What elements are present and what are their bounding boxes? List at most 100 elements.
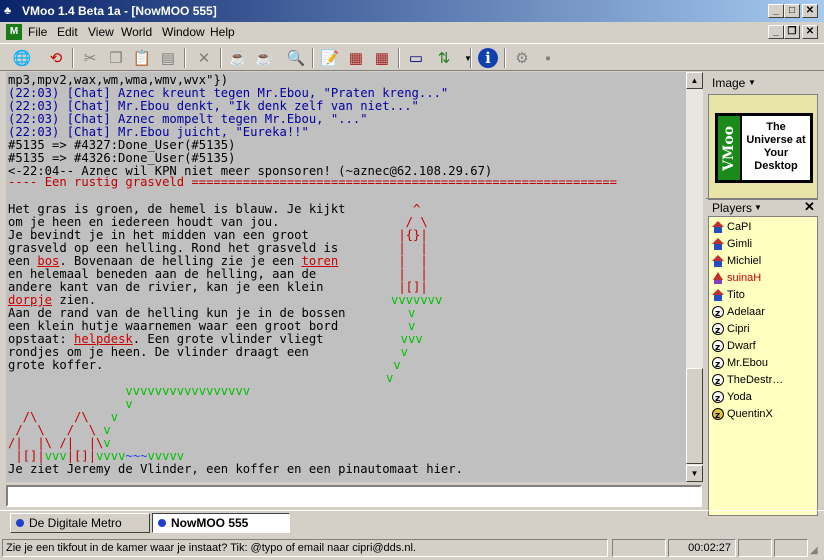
sleeping-icon: z: [711, 407, 725, 421]
player-name: TheDestr…: [727, 374, 784, 386]
menu-edit[interactable]: Edit: [57, 25, 78, 39]
command-input[interactable]: [6, 485, 702, 507]
world-icon: [16, 519, 24, 527]
close-icon[interactable]: ✕: [804, 199, 815, 215]
scroll-thumb[interactable]: [686, 368, 703, 464]
window-icon[interactable]: ▭: [404, 46, 428, 70]
info-icon[interactable]: i: [478, 48, 498, 68]
player-name: Yoda: [727, 391, 752, 403]
status-pane: [774, 539, 808, 557]
tab-de-digitale-metro[interactable]: De Digitale Metro: [10, 513, 150, 533]
title-bar: ♣ VMoo 1.4 Beta 1a - [NowMOO 555] _ □ ✕: [0, 0, 824, 22]
room-title: Een rustig grasveld: [44, 175, 185, 189]
paste-special-icon[interactable]: ▤: [156, 46, 180, 70]
toolbar-separator: [184, 48, 186, 68]
player-name: Adelaar: [727, 306, 765, 318]
maximize-button[interactable]: □: [784, 4, 800, 18]
svg-text:z: z: [715, 343, 720, 353]
ascii-village: vvvvvvvvvvvvvvvvv v /\ /\ v / \ / \ v /|…: [8, 384, 251, 463]
worlds-list-icon[interactable]: ▦: [344, 46, 368, 70]
resize-grip[interactable]: ◢: [810, 545, 822, 557]
sleeping-icon: z: [711, 373, 725, 387]
room-description: Het gras is groen, de hemel is blauw. Je…: [8, 202, 346, 372]
menu-view[interactable]: View: [88, 25, 114, 39]
link-toren[interactable]: toren: [302, 254, 339, 268]
app-window: ♣ VMoo 1.4 Beta 1a - [NowMOO 555] _ □ ✕ …: [0, 0, 824, 560]
copy-icon[interactable]: ❐: [104, 46, 128, 70]
players-panel-label: Players: [712, 201, 753, 215]
output-scrollbar[interactable]: ▲ ▼: [686, 72, 703, 482]
side-panel: Image ▼ VMoo The Universe at Your Deskto…: [706, 72, 818, 516]
house-icon: [711, 254, 725, 268]
players-panel-header[interactable]: Players ▼ ✕: [706, 198, 818, 216]
player-name: Michiel: [727, 255, 762, 267]
arrange-icon[interactable]: ⇅: [432, 46, 456, 70]
link-dorpje[interactable]: dorpje: [8, 293, 52, 307]
minimize-button[interactable]: _: [768, 4, 784, 18]
menu-world[interactable]: World: [121, 25, 152, 39]
toolbar: 🌐 ⟲ ✂ ❐ 📋 ▤ ✕ ☕ ☕ 🔍 📝 ▦ ▦ ▭ ⇅ ▼ i ⚙ ▪: [0, 43, 824, 71]
toolbar-separator: [470, 48, 472, 68]
sleeping-icon: z: [711, 322, 725, 336]
svg-text:z: z: [715, 326, 720, 336]
chevron-down-icon[interactable]: ▼: [754, 203, 762, 212]
child-restore-button[interactable]: ❐: [784, 25, 800, 39]
scroll-up-button[interactable]: ▲: [686, 72, 703, 89]
child-close-button[interactable]: ✕: [802, 25, 818, 39]
disk-icon[interactable]: ▪: [536, 46, 560, 70]
player-name: suinaH: [727, 272, 762, 284]
world-icon: [158, 519, 166, 527]
window-title: VMoo 1.4 Beta 1a - [NowMOO 555]: [22, 4, 217, 18]
sleeping-icon: z: [711, 356, 725, 370]
status-message: Zie je een tikfout in de kamer waar je i…: [2, 539, 608, 557]
status-pane: [738, 539, 772, 557]
reconnect-icon[interactable]: ⟲: [44, 46, 68, 70]
cut-icon[interactable]: ✂: [78, 46, 102, 70]
paste-icon[interactable]: 📋: [130, 46, 154, 70]
image-panel: VMoo The Universe at Your Desktop: [708, 94, 818, 200]
delete-icon[interactable]: ✕: [192, 46, 216, 70]
tab-label: NowMOO 555: [171, 516, 249, 530]
chevron-down-icon[interactable]: ▼: [748, 78, 756, 87]
chevron-down-icon[interactable]: ▼: [456, 46, 480, 70]
link-bos[interactable]: bos: [37, 254, 59, 268]
find-icon[interactable]: 🔍: [284, 46, 308, 70]
status-pane: [612, 539, 666, 557]
toolbar-separator: [312, 48, 314, 68]
player-name: Dwarf: [727, 340, 756, 352]
vmoo-window-icon: ♣: [4, 5, 12, 17]
house-icon: [711, 237, 725, 251]
link-helpdesk[interactable]: helpdesk: [74, 332, 133, 346]
cup-icon[interactable]: ☕: [252, 46, 276, 70]
output-pane[interactable]: mp3,mpv2,wax,wm,wma,wmv,wvx"}) (22:03) [C…: [6, 72, 686, 482]
mug-icon[interactable]: ☕: [226, 46, 250, 70]
log-icon[interactable]: ▦: [370, 46, 394, 70]
tab-nowmoo-555[interactable]: NowMOO 555: [152, 513, 290, 533]
menu-file[interactable]: File: [28, 25, 47, 39]
room-contents: Je ziet Jeremy de Vlinder, een koffer en…: [8, 462, 463, 476]
player-name: Gimli: [727, 238, 753, 250]
close-button[interactable]: ✕: [802, 4, 818, 18]
toolbar-separator: [220, 48, 222, 68]
tools-icon[interactable]: ⚙: [510, 46, 534, 70]
player-name: Cipri: [727, 323, 750, 335]
toolbar-separator: [504, 48, 506, 68]
vmoo-logo: VMoo The Universe at Your Desktop: [715, 113, 813, 183]
child-minimize-button[interactable]: _: [768, 25, 784, 39]
properties-icon[interactable]: 📝: [318, 46, 342, 70]
scroll-down-button[interactable]: ▼: [686, 465, 703, 482]
vmoo-logo-mark: VMoo: [718, 116, 740, 180]
image-panel-header[interactable]: Image ▼: [706, 75, 818, 93]
sleeping-icon: z: [711, 339, 725, 353]
player-name: CaPI: [727, 221, 752, 233]
menu-window[interactable]: Window: [162, 25, 205, 39]
menu-bar: M File Edit View World Window Help _ ❐ ✕: [0, 22, 824, 42]
svg-text:z: z: [715, 360, 720, 370]
globe-icon[interactable]: 🌐: [10, 46, 34, 70]
sleeping-icon: z: [711, 305, 725, 319]
image-panel-label: Image: [712, 76, 746, 90]
vmoo-document-icon[interactable]: M: [6, 24, 22, 40]
connection-timer: 00:02:27: [668, 539, 736, 557]
menu-help[interactable]: Help: [210, 25, 235, 39]
room-title-line: ---- Een rustig grasveld ===============…: [8, 175, 618, 189]
